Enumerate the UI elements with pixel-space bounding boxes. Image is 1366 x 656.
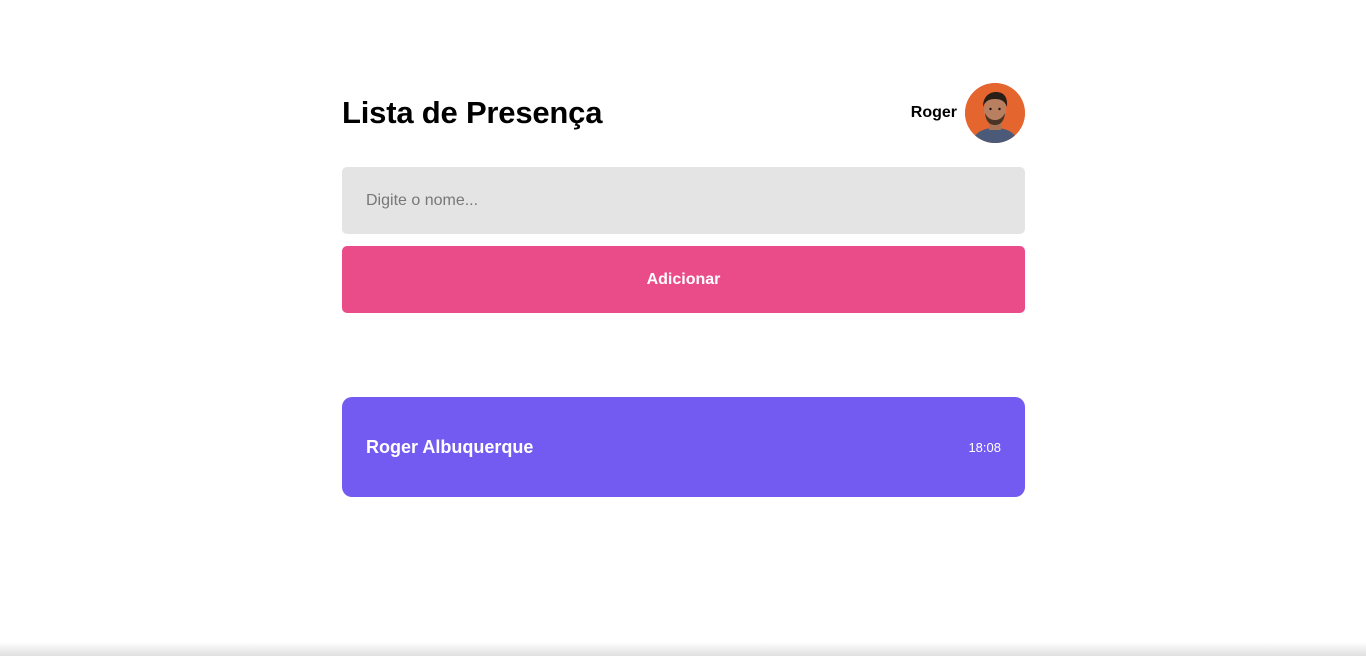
page: Lista de Presença Roger Digite o nome...… [0, 0, 1366, 656]
student-time: 18:08 [968, 439, 1001, 455]
page-title: Lista de Presença [342, 95, 603, 130]
student-card: Roger Albuquerque 18:08 [342, 397, 1025, 497]
header: Lista de Presença Roger [342, 83, 1025, 143]
student-name: Roger Albuquerque [366, 436, 534, 457]
attendance-list: Roger Albuquerque 18:08 [342, 397, 1025, 497]
user-name: Roger [910, 104, 957, 121]
main-container: Lista de Presença Roger Digite o nome...… [342, 83, 1025, 497]
add-button[interactable]: Adicionar [342, 246, 1025, 313]
bottom-scroll-shadow [0, 642, 1366, 656]
name-input[interactable] [342, 167, 1025, 234]
avatar [965, 83, 1025, 143]
user-info: Roger [911, 83, 1025, 143]
